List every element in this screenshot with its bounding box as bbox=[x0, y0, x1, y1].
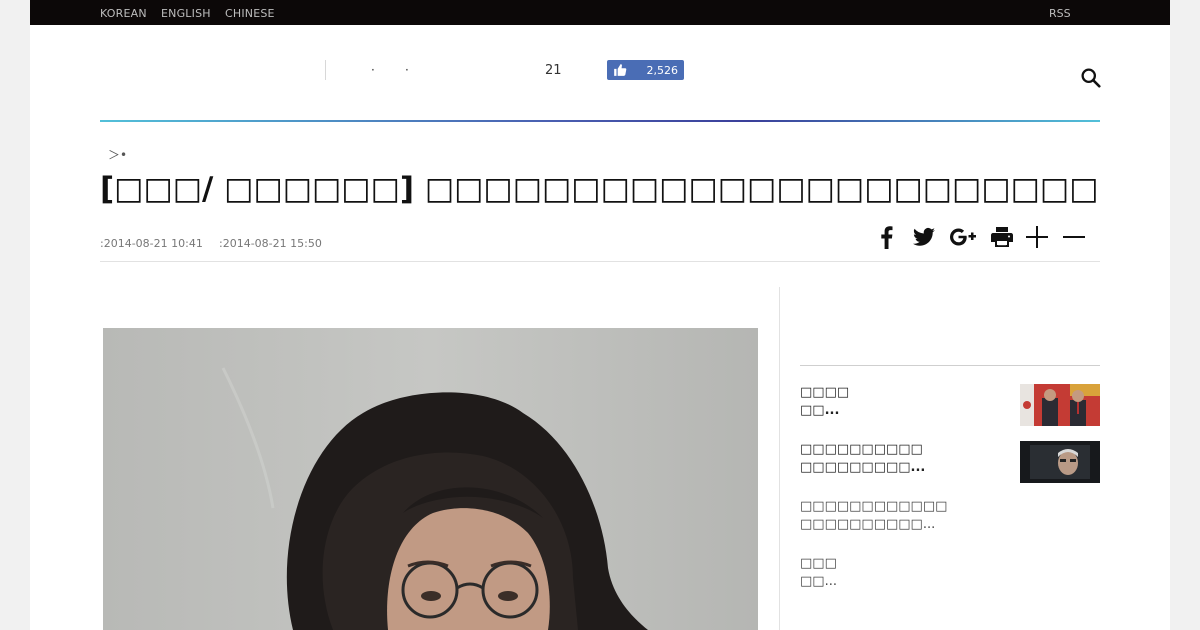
print-icon[interactable] bbox=[991, 225, 1013, 249]
sidebar-news-title: □□□□ □□... bbox=[800, 385, 850, 418]
like-count: 2,526 bbox=[646, 64, 679, 77]
search-icon[interactable] bbox=[1080, 67, 1101, 88]
meta-divider bbox=[100, 261, 1100, 262]
sidebar-news-title: □□□□□□□□□□ □□□□□□□□□... bbox=[800, 442, 926, 475]
sidebar-news-thumbnail bbox=[1020, 384, 1100, 426]
zoom-in-icon[interactable] bbox=[1026, 225, 1048, 249]
header-dot-1: · bbox=[371, 63, 375, 77]
header-dot-2: · bbox=[405, 63, 409, 77]
rss-link[interactable]: RSS bbox=[1049, 7, 1071, 20]
page-content: · · 21 2,526 ＞• [□□□/ □□□□□□] □□□□□□□□□□… bbox=[30, 25, 1170, 630]
top-language-bar: KOREAN ENGLISH CHINESE RSS bbox=[30, 0, 1170, 25]
sidebar-news-thumbnail bbox=[1020, 441, 1100, 483]
sidebar-news-item[interactable]: □□□□□□□□□□ □□□□□□□□□... bbox=[800, 441, 1100, 491]
lang-english-link[interactable]: ENGLISH bbox=[161, 7, 211, 20]
sidebar-news-item[interactable]: □□□ □□... bbox=[800, 555, 1100, 605]
lang-chinese-link[interactable]: CHINESE bbox=[225, 7, 275, 20]
published-date: :2014-08-21 10:41 bbox=[100, 237, 203, 250]
zoom-out-icon[interactable] bbox=[1063, 225, 1085, 249]
column-divider bbox=[779, 287, 780, 630]
sidebar-news-item[interactable]: □□□□□□□□□□□□ □□□□□□□□□□... bbox=[800, 498, 1100, 548]
lang-korean-link[interactable]: KOREAN bbox=[100, 7, 147, 20]
sidebar-news-item[interactable]: □□□□ □□... bbox=[800, 384, 1100, 434]
article-photo bbox=[103, 328, 758, 630]
google-plus-icon[interactable] bbox=[950, 225, 978, 249]
thumbs-up-icon bbox=[614, 64, 627, 76]
facebook-icon[interactable] bbox=[878, 225, 894, 249]
header-accent-line bbox=[100, 120, 1100, 122]
sidebar-news-title: □□□ □□... bbox=[800, 556, 837, 589]
header-divider bbox=[325, 60, 326, 80]
breadcrumb[interactable]: ＞• bbox=[108, 146, 127, 163]
sidebar-divider bbox=[800, 365, 1100, 366]
facebook-like-button[interactable]: 2,526 bbox=[607, 60, 684, 80]
article-headline: [□□□/ □□□□□□] □□□□□□□□□□□□□□□□□□□□□□□□□□… bbox=[100, 171, 1100, 207]
sidebar-news-title: □□□□□□□□□□□□ □□□□□□□□□□... bbox=[800, 499, 948, 532]
twitter-icon[interactable] bbox=[911, 225, 937, 249]
header-count: 21 bbox=[545, 63, 562, 78]
updated-date: :2014-08-21 15:50 bbox=[219, 237, 322, 250]
